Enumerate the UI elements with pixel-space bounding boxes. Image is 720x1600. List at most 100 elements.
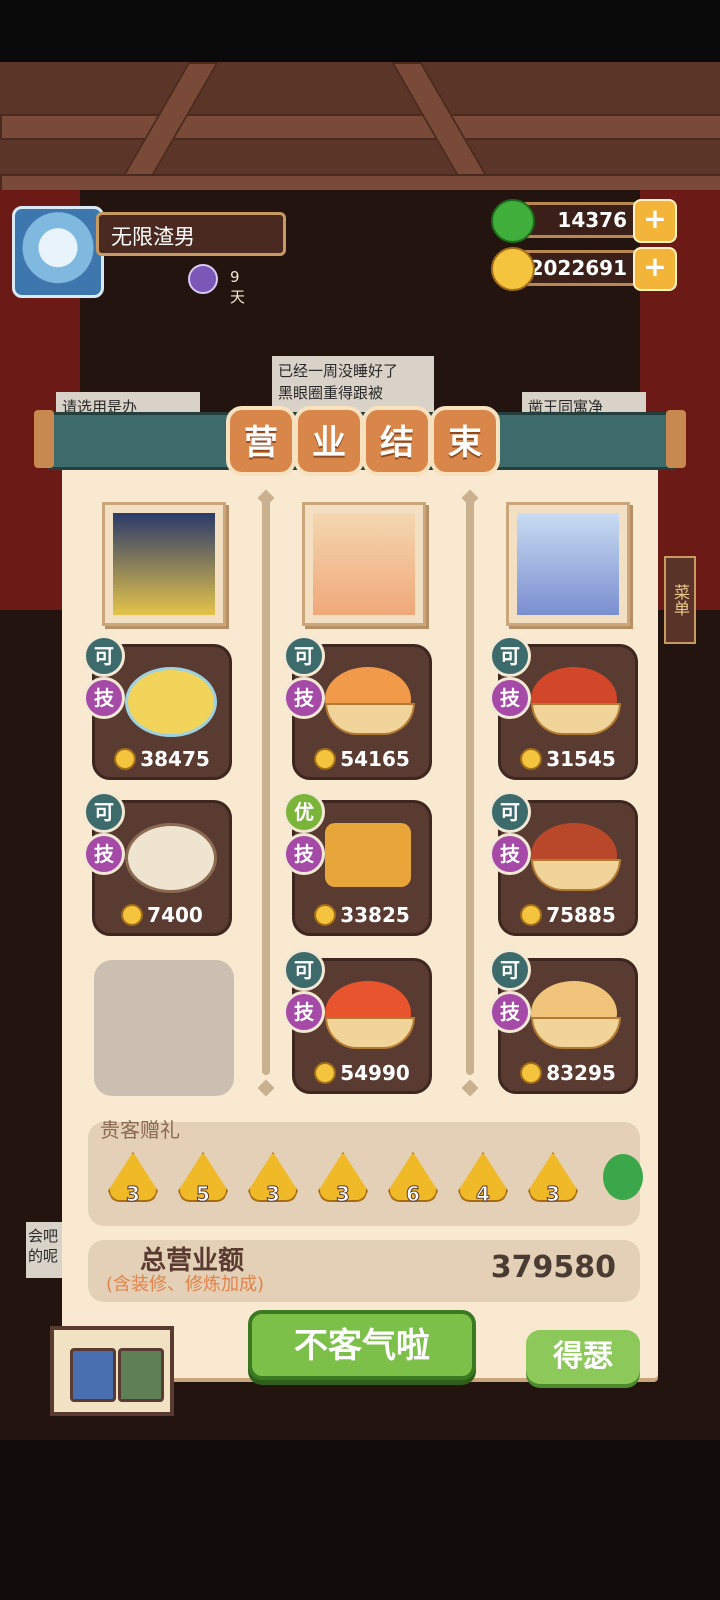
- bowl-shape: [531, 703, 621, 735]
- skill-badge: 技: [283, 833, 325, 875]
- dish-card[interactable]: 可 技 54990: [283, 949, 432, 1094]
- dish-card[interactable]: 可 技 38475: [83, 635, 232, 780]
- dish-rating-badge: 可: [283, 949, 325, 991]
- jade-counter: 14376 +: [491, 199, 677, 243]
- bowl-shape: [325, 703, 415, 735]
- total-revenue-note: (含装修、修炼加成): [106, 1274, 265, 1295]
- guest-gifts-title: 贵客赠礼: [100, 1118, 180, 1142]
- dish-card[interactable]: 可 技 83295: [489, 949, 638, 1094]
- coin-icon: [520, 1062, 543, 1084]
- column-divider: [262, 495, 270, 1075]
- speech-line: 已经一周没睡好了: [278, 362, 399, 380]
- add-coins-button[interactable]: +: [633, 247, 677, 291]
- chef-portrait-1[interactable]: [102, 502, 226, 626]
- dish-card[interactable]: 可 技 54165: [283, 635, 432, 780]
- skill-badge: 技: [283, 991, 325, 1033]
- dish-rating-badge: 可: [83, 635, 125, 677]
- dish-image: [325, 823, 411, 887]
- dish-rating-badge: 可: [489, 635, 531, 677]
- status-bar-area: [0, 0, 720, 62]
- coin-icon: [121, 904, 144, 926]
- bowl-shape: [531, 859, 621, 891]
- gift-item[interactable]: 3: [528, 1152, 578, 1207]
- skill-badge: 技: [283, 677, 325, 719]
- dish-price: 83295: [546, 1061, 616, 1085]
- gift-count: 3: [126, 1182, 141, 1207]
- skill-badge: 技: [489, 833, 531, 875]
- gift-item[interactable]: 5: [178, 1152, 228, 1207]
- jade-icon: [491, 199, 535, 243]
- restaurant-rafters: [0, 62, 720, 196]
- player-name: 无限渣男: [96, 212, 286, 256]
- coin-icon: [491, 247, 535, 291]
- dish-price: 75885: [546, 903, 616, 927]
- dish-card[interactable]: 可 技 75885: [489, 791, 638, 936]
- gift-item[interactable]: 3: [108, 1152, 158, 1207]
- add-jade-button[interactable]: +: [633, 199, 677, 243]
- gift-count: 6: [406, 1182, 421, 1207]
- dish-price: 7400: [147, 903, 203, 927]
- dish-image: [125, 667, 217, 737]
- skill-badge: 技: [83, 833, 125, 875]
- coin-counter: 2022691 +: [491, 247, 677, 291]
- gift-item[interactable]: 3: [318, 1152, 368, 1207]
- coin-icon: [314, 904, 337, 926]
- dish-price: 38475: [140, 747, 210, 771]
- skill-badge: 技: [489, 677, 531, 719]
- dish-card[interactable]: 可 技 7400: [83, 791, 232, 936]
- coin-icon: [520, 748, 543, 770]
- column-divider: [466, 495, 474, 1075]
- dish-rating-badge: 可: [83, 791, 125, 833]
- pet-icon: [188, 264, 218, 294]
- gift-count: 3: [546, 1182, 561, 1207]
- floor-area: [0, 1440, 720, 1600]
- roof-beam: [0, 114, 720, 140]
- confirm-button[interactable]: 不客气啦: [248, 1310, 476, 1380]
- skill-badge: 技: [83, 677, 125, 719]
- bowl-shape: [531, 1017, 621, 1049]
- gift-count: 3: [336, 1182, 351, 1207]
- dish-image: [125, 823, 217, 893]
- dish-price: 31545: [546, 747, 616, 771]
- dish-rating-badge: 可: [283, 635, 325, 677]
- coin-icon: [114, 748, 137, 770]
- tool-panel: [50, 1326, 174, 1416]
- gift-item[interactable]: 4: [458, 1152, 508, 1207]
- dish-card[interactable]: 可 技 31545: [489, 635, 638, 780]
- title-char: 结: [362, 406, 432, 476]
- player-avatar[interactable]: [12, 206, 104, 298]
- title-char: 营: [226, 406, 296, 476]
- more-gifts-icon[interactable]: [603, 1154, 643, 1200]
- gift-count: 4: [476, 1182, 491, 1207]
- settings-icon[interactable]: [118, 1348, 164, 1402]
- brag-button[interactable]: 得瑟: [526, 1330, 640, 1384]
- dish-price: 33825: [340, 903, 410, 927]
- scroll-end: [34, 410, 54, 468]
- dish-card[interactable]: 优 技 33825: [283, 791, 432, 936]
- title-char: 束: [430, 406, 500, 476]
- coin-icon: [314, 1062, 337, 1084]
- empty-dish-slot: [94, 960, 234, 1096]
- gift-item[interactable]: 3: [248, 1152, 298, 1207]
- gift-count: 3: [266, 1182, 281, 1207]
- coin-icon: [314, 748, 337, 770]
- bowl-shape: [325, 1017, 415, 1049]
- dish-price: 54990: [340, 1061, 410, 1085]
- chef-portrait-2[interactable]: [302, 502, 426, 626]
- settings-icon[interactable]: [70, 1348, 116, 1402]
- dish-rating-badge: 可: [489, 791, 531, 833]
- total-revenue-value: 379580: [490, 1250, 616, 1285]
- chef-portrait-3[interactable]: [506, 502, 630, 626]
- chef-image: [113, 513, 215, 615]
- chef-image: [517, 513, 619, 615]
- days-counter: 9天: [230, 268, 246, 306]
- coin-icon: [520, 904, 543, 926]
- jade-amount: 14376: [557, 208, 627, 232]
- gift-count: 5: [196, 1182, 211, 1207]
- dish-rating-badge: 可: [489, 949, 531, 991]
- dish-rating-badge: 优: [283, 791, 325, 833]
- coin-amount: 2022691: [529, 256, 627, 280]
- side-menu-button[interactable]: 菜单: [664, 556, 696, 644]
- gift-item[interactable]: 6: [388, 1152, 438, 1207]
- chef-image: [313, 513, 415, 615]
